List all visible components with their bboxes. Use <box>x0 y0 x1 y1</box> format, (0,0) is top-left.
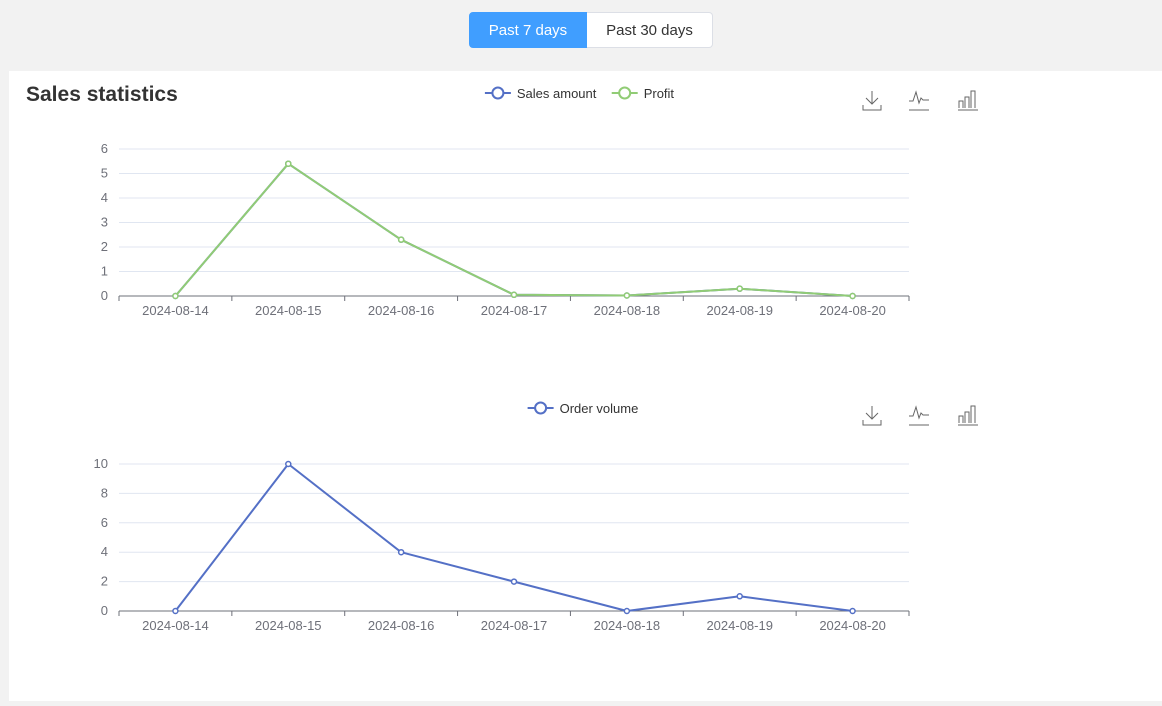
y-tick-label: 2 <box>101 574 108 589</box>
line-chart-icon[interactable] <box>909 90 929 111</box>
data-point[interactable] <box>623 292 631 299</box>
series-sales-amount <box>172 160 856 300</box>
legend-item-sales-amount[interactable]: Sales amount <box>484 86 597 101</box>
y-tick-label: 6 <box>101 515 108 530</box>
bar-chart-icon[interactable] <box>958 405 978 426</box>
data-point[interactable] <box>285 160 292 167</box>
x-tick-label: 2024-08-20 <box>819 618 886 633</box>
sales-statistics-panel: Sales statistics 0 1 2 3 4 5 6 2024-08-14 2024-0… <box>9 71 1162 701</box>
download-icon[interactable] <box>862 91 882 111</box>
legend-item-order-volume[interactable]: Order volume <box>527 401 639 416</box>
download-icon-glyph <box>862 406 882 426</box>
data-point[interactable] <box>285 460 292 468</box>
series-line <box>174 463 853 612</box>
y-tick-label: 10 <box>94 456 108 471</box>
legend-label: Profit <box>644 86 675 101</box>
x-tick-label: 2024-08-18 <box>594 618 661 633</box>
y-tick-label: 1 <box>101 264 108 279</box>
x-tick-label: 2024-08-14 <box>142 303 209 318</box>
x-tick-label: 2024-08-15 <box>255 618 322 633</box>
bar-chart-icon-glyph <box>958 405 978 426</box>
bar-chart-icon-glyph <box>958 90 978 111</box>
x-tick-label: 2024-08-15 <box>255 303 322 318</box>
y-tick-label: 4 <box>101 190 108 205</box>
download-icon[interactable] <box>862 406 882 426</box>
data-point[interactable] <box>510 578 518 585</box>
line-chart-icon-glyph <box>909 405 929 426</box>
past-30-days-button[interactable]: Past 30 days <box>587 12 713 48</box>
y-tick-label: 0 <box>101 288 108 303</box>
series-profit <box>172 160 856 300</box>
data-point[interactable] <box>849 607 856 615</box>
line-chart-icon[interactable] <box>909 405 929 426</box>
x-tick-label: 2024-08-16 <box>368 618 435 633</box>
series-order-volume <box>172 460 856 615</box>
y-tick-label: 0 <box>101 603 108 618</box>
y-tick-label: 8 <box>101 485 108 500</box>
line-chart-icon-glyph <box>909 90 929 111</box>
x-tick-label: 2024-08-20 <box>819 303 886 318</box>
data-point[interactable] <box>172 607 179 615</box>
series-line <box>174 162 853 297</box>
data-point[interactable] <box>397 548 405 556</box>
data-point[interactable] <box>623 607 631 615</box>
y-tick-label: 6 <box>101 141 108 156</box>
data-point[interactable] <box>849 292 856 300</box>
series-line <box>174 162 853 297</box>
data-point[interactable] <box>736 285 743 292</box>
legend-symbol <box>534 401 548 415</box>
x-tick-label: 2024-08-14 <box>142 618 209 633</box>
legend-item-profit[interactable]: Profit <box>611 86 675 101</box>
chart-2: 0 2 4 6 8 10 2024-08-14 2024-08-15 2024-08-16 202… <box>94 401 978 633</box>
legend-label: Sales amount <box>517 86 597 101</box>
chart-1: 0 1 2 3 4 5 6 2024-08-14 2024-08-15 2024-08-16 202… <box>101 86 978 318</box>
x-tick-label: 2024-08-17 <box>481 618 548 633</box>
data-point[interactable] <box>172 292 179 300</box>
legend-symbol <box>491 86 505 100</box>
past-7-days-button[interactable]: Past 7 days <box>469 12 587 48</box>
x-tick-label: 2024-08-19 <box>706 303 773 318</box>
y-tick-label: 5 <box>101 166 108 181</box>
y-tick-label: 3 <box>101 215 108 230</box>
data-point[interactable] <box>510 291 518 299</box>
x-tick-label: 2024-08-18 <box>594 303 661 318</box>
charts-canvas: 01234562024-08-14 2024-08-15 2024-08-16 202… <box>94 86 978 633</box>
data-point[interactable] <box>397 236 405 243</box>
period-toggle: Past 7 days Past 30 days <box>469 12 713 48</box>
y-tick-label: 4 <box>101 544 108 559</box>
x-tick-label: 2024-08-17 <box>481 303 548 318</box>
y-tick-label: 2 <box>101 239 108 254</box>
download-icon-glyph <box>862 91 882 111</box>
x-tick-label: 2024-08-19 <box>706 618 773 633</box>
legend-symbol <box>618 86 632 100</box>
bar-chart-icon[interactable] <box>958 90 978 111</box>
x-tick-label: 2024-08-16 <box>368 303 435 318</box>
data-point[interactable] <box>736 593 743 600</box>
legend-label: Order volume <box>560 401 639 416</box>
